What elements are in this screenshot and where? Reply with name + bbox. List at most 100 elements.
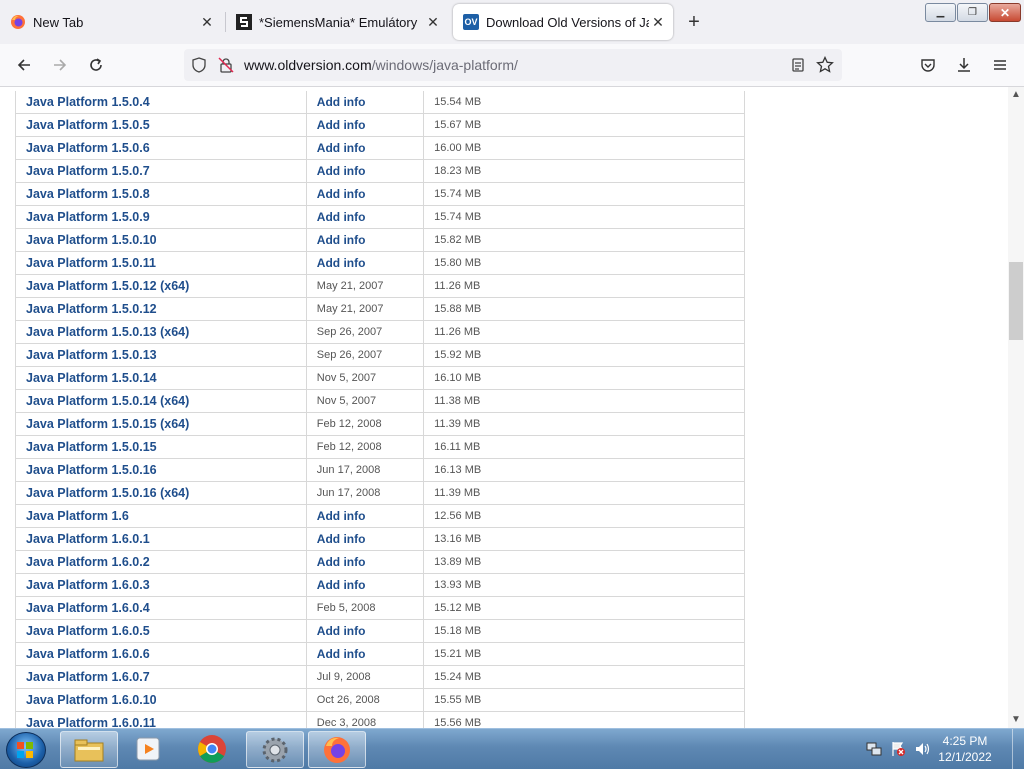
add-info-link[interactable]: Add info (305, 251, 425, 275)
file-size: 11.26 MB (423, 274, 745, 298)
file-size: 11.38 MB (423, 389, 745, 413)
add-info-link[interactable]: Add info (305, 91, 425, 114)
add-info-link[interactable]: Add info (305, 136, 425, 160)
version-name-link[interactable]: Java Platform 1.5.0.14 (x64) (15, 389, 307, 413)
back-button[interactable] (12, 53, 36, 77)
version-name-link[interactable]: Java Platform 1.5.0.15 (x64) (15, 412, 307, 436)
version-name-link[interactable]: Java Platform 1.5.0.6 (15, 136, 307, 160)
pocket-button[interactable] (916, 53, 940, 77)
version-name-link[interactable]: Java Platform 1.5.0.15 (15, 435, 307, 459)
add-info-link[interactable]: Add info (305, 228, 425, 252)
file-size: 15.18 MB (423, 619, 745, 643)
version-name-link[interactable]: Java Platform 1.6.0.3 (15, 573, 307, 597)
version-name-link[interactable]: Java Platform 1.5.0.10 (15, 228, 307, 252)
tab-siemensmania[interactable]: *SiemensMania* Emulátory ✕ (226, 4, 448, 40)
url-text[interactable]: www.oldversion.com/windows/java-platform… (244, 57, 518, 73)
bookmark-star-icon[interactable] (816, 55, 834, 79)
close-window-button[interactable]: ✕ (989, 3, 1021, 22)
version-name-link[interactable]: Java Platform 1.6.0.10 (15, 688, 307, 712)
version-name-link[interactable]: Java Platform 1.5.0.7 (15, 159, 307, 183)
hamburger-menu-icon (994, 60, 1006, 70)
downloads-button[interactable] (952, 53, 976, 77)
file-size: 15.56 MB (423, 711, 745, 728)
version-name-link[interactable]: Java Platform 1.5.0.5 (15, 113, 307, 137)
volume-icon[interactable] (914, 741, 930, 757)
app-menu-button[interactable] (988, 53, 1012, 77)
vertical-scrollbar[interactable]: ▲ ▼ (1008, 87, 1024, 728)
version-name-link[interactable]: Java Platform 1.5.0.14 (15, 366, 307, 390)
add-info-link[interactable]: Add info (305, 182, 425, 206)
release-date: Oct 26, 2008 (305, 688, 425, 712)
taskbar-clock[interactable]: 4:25 PM 12/1/2022 (930, 733, 1000, 765)
minimize-window-button[interactable]: ▁ (925, 3, 956, 22)
insecure-lock-icon[interactable] (218, 57, 234, 78)
add-info-link[interactable]: Add info (305, 504, 425, 528)
table-row: Java Platform 1.5.0.15 (x64) Feb 12, 2008… (15, 412, 745, 436)
version-name-link[interactable]: Java Platform 1.5.0.16 (15, 458, 307, 482)
version-name-link[interactable]: Java Platform 1.5.0.13 (15, 343, 307, 367)
version-name-link[interactable]: Java Platform 1.6.0.5 (15, 619, 307, 643)
add-info-link[interactable]: Add info (305, 159, 425, 183)
show-desktop-button[interactable] (1012, 729, 1024, 769)
version-name-link[interactable]: Java Platform 1.6 (15, 504, 307, 528)
taskbar-firefox[interactable] (308, 731, 366, 768)
taskbar-chrome[interactable] (184, 731, 240, 766)
add-info-link[interactable]: Add info (305, 642, 425, 666)
tab-new-tab[interactable]: New Tab ✕ (0, 4, 222, 40)
version-name-link[interactable]: Java Platform 1.5.0.12 (x64) (15, 274, 307, 298)
version-name-link[interactable]: Java Platform 1.5.0.11 (15, 251, 307, 275)
table-row: Java Platform 1.5.0.5 Add info 15.67 MB (15, 113, 745, 137)
action-center-flag-icon[interactable] (890, 741, 906, 757)
taskbar-file-explorer[interactable] (60, 731, 118, 768)
windows-logo-icon (17, 742, 33, 758)
file-size: 13.89 MB (423, 550, 745, 574)
version-name-link[interactable]: Java Platform 1.5.0.8 (15, 182, 307, 206)
version-name-link[interactable]: Java Platform 1.6.0.2 (15, 550, 307, 574)
restore-window-button[interactable]: ❐ (957, 3, 988, 22)
reload-button[interactable] (84, 53, 108, 77)
version-name-link[interactable]: Java Platform 1.6.0.1 (15, 527, 307, 551)
scroll-up-arrow-icon[interactable]: ▲ (1008, 87, 1024, 103)
add-info-link[interactable]: Add info (305, 550, 425, 574)
clock-date: 12/1/2022 (938, 750, 992, 764)
file-explorer-icon (74, 739, 104, 761)
start-button[interactable] (6, 732, 46, 768)
reader-view-icon[interactable] (790, 57, 806, 78)
add-info-link[interactable]: Add info (305, 205, 425, 229)
versions-table: Java Platform 1.5.0.4 Add info 15.54 MB Jav… (15, 91, 745, 728)
forward-button[interactable] (48, 53, 72, 77)
release-date: Jun 17, 2008 (305, 481, 425, 505)
new-tab-button[interactable]: + (684, 12, 704, 32)
scroll-down-arrow-icon[interactable]: ▼ (1008, 712, 1024, 728)
version-name-link[interactable]: Java Platform 1.5.0.13 (x64) (15, 320, 307, 344)
version-name-link[interactable]: Java Platform 1.5.0.9 (15, 205, 307, 229)
version-name-link[interactable]: Java Platform 1.5.0.4 (15, 91, 307, 114)
taskbar-media-player[interactable] (121, 731, 177, 766)
network-icon[interactable] (866, 741, 882, 757)
scrollbar-thumb[interactable] (1009, 262, 1023, 340)
add-info-link[interactable]: Add info (305, 573, 425, 597)
version-name-link[interactable]: Java Platform 1.5.0.12 (15, 297, 307, 321)
tab-oldversion-java[interactable]: OV Download Old Versions of Java P ✕ (453, 4, 673, 40)
add-info-link[interactable]: Add info (305, 619, 425, 643)
table-row: Java Platform 1.6 Add info 12.56 MB (15, 504, 745, 528)
close-tab-icon[interactable]: ✕ (649, 13, 667, 31)
file-size: 13.93 MB (423, 573, 745, 597)
file-size: 15.12 MB (423, 596, 745, 620)
version-name-link[interactable]: Java Platform 1.6.0.7 (15, 665, 307, 689)
tracking-protection-shield-icon[interactable] (191, 57, 207, 78)
add-info-link[interactable]: Add info (305, 527, 425, 551)
version-name-link[interactable]: Java Platform 1.6.0.4 (15, 596, 307, 620)
version-name-link[interactable]: Java Platform 1.6.0.6 (15, 642, 307, 666)
address-bar[interactable]: www.oldversion.com/windows/java-platform… (184, 49, 842, 81)
table-row: Java Platform 1.5.0.7 Add info 18.23 MB (15, 159, 745, 183)
close-tab-icon[interactable]: ✕ (198, 13, 216, 31)
add-info-link[interactable]: Add info (305, 113, 425, 137)
table-row: Java Platform 1.5.0.15 Feb 12, 2008 16.11 … (15, 435, 745, 459)
taskbar-settings[interactable] (246, 731, 304, 768)
version-name-link[interactable]: Java Platform 1.5.0.16 (x64) (15, 481, 307, 505)
close-tab-icon[interactable]: ✕ (424, 13, 442, 31)
release-date: Sep 26, 2007 (305, 343, 425, 367)
version-name-link[interactable]: Java Platform 1.6.0.11 (15, 711, 307, 728)
table-row: Java Platform 1.5.0.13 (x64) Sep 26, 2007… (15, 320, 745, 344)
